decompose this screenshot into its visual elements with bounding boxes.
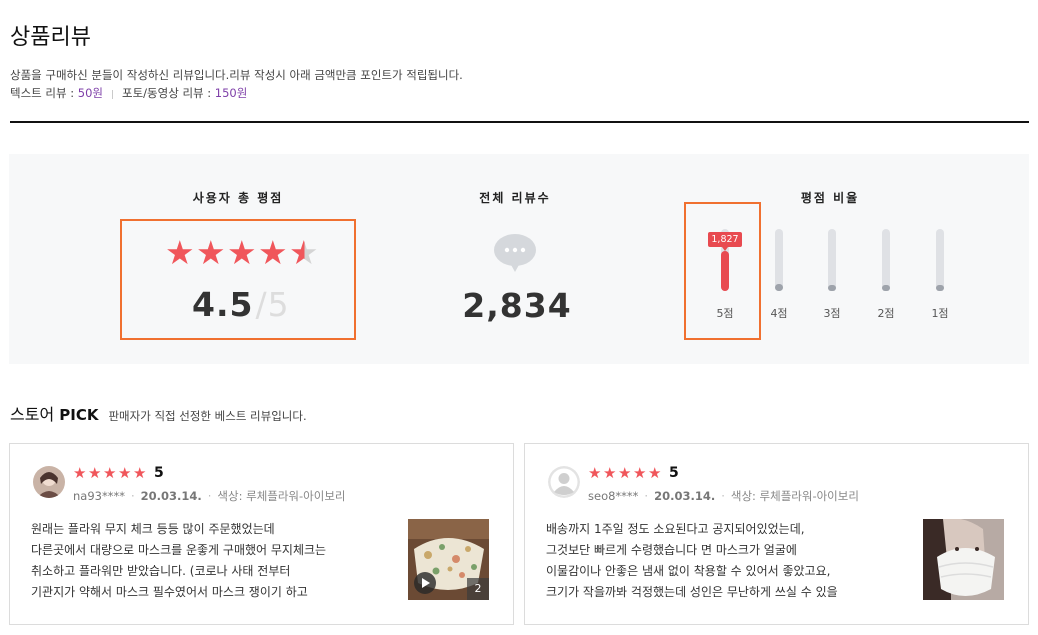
meta-dot: · [644, 489, 649, 503]
rating-value: 5 [669, 465, 679, 481]
rating-bar-label: 2점 [877, 307, 895, 320]
star-icon: ★ [588, 464, 602, 482]
store-pick-title-text: 스토어 [10, 405, 60, 424]
review-meta: na93**** · 20.03.14. · 색상: 루체플라워-아이보리 [73, 488, 345, 504]
rating-bar-4: 4점 [759, 229, 799, 329]
rating-bar-label: 1점 [931, 307, 949, 320]
rating-bar-2: 2점 [866, 229, 906, 329]
score-stars: ★ ★ ★ ★ ★ [165, 236, 320, 269]
star-icon: ★ [73, 464, 87, 482]
default-user-icon [548, 466, 580, 498]
reviewer-id: seo8**** [588, 489, 639, 503]
mask-wearer-photo-image [923, 519, 1004, 600]
score-max: /5 [255, 285, 290, 324]
rating-bar-label: 3점 [823, 307, 841, 320]
rating-bar-5: 1,827 5점 [705, 229, 745, 329]
media-count-badge: 2 [467, 578, 489, 600]
text-review-points: 50원 [77, 86, 103, 100]
star-icon: ★ [103, 464, 117, 482]
pick-logo-text: PICK [59, 406, 99, 424]
review-line: 다른곳에서 대량으로 마스크를 운좋게 구매했어 무지체크는 [31, 543, 327, 557]
half-star-icon: ★ [289, 233, 319, 272]
photo-review-label: 포토/동영상 리뷰 : [122, 86, 215, 100]
rating-bar-1: 1점 [920, 229, 960, 329]
star-icon: ★ [618, 464, 632, 482]
review-media-thumbnail[interactable] [923, 519, 1004, 600]
star-icon: ★ [603, 464, 617, 482]
rating-bar-fill [721, 251, 729, 291]
rating-count-tooltip: 1,827 [708, 232, 742, 251]
reviewer-id: na93**** [73, 489, 125, 503]
text-review-label: 텍스트 리뷰 : [10, 86, 78, 100]
rating-bar-fill [882, 285, 890, 291]
header-divider [10, 121, 1029, 123]
product-option: 색상: 루체플라워-아이보리 [217, 489, 346, 503]
star-icon: ★ [196, 233, 226, 272]
star-icon: ★ [133, 464, 147, 482]
avatar [33, 466, 65, 498]
review-line: 취소하고 플라워만 받았습니다. (코로나 사태 전부터 [31, 564, 291, 578]
meta-dot: · [207, 489, 212, 503]
rating-bar-track [828, 229, 836, 291]
review-date: 20.03.14. [140, 489, 202, 503]
speech-bubble-icon [494, 234, 536, 272]
rating-bar-label: 4점 [770, 307, 788, 320]
star-icon: ★ [227, 233, 257, 272]
review-header: 상품리뷰 상품을 구매하신 분들이 작성하신 리뷰입니다.리뷰 작성시 아래 금… [10, 22, 1030, 104]
review-description: 상품을 구매하신 분들이 작성하신 리뷰입니다.리뷰 작성시 아래 금액만큼 포… [10, 68, 463, 82]
review-date: 20.03.14. [654, 489, 716, 503]
rating-bar-fill [936, 285, 944, 291]
rating-bar-3: 3점 [812, 229, 852, 329]
store-pick-title: 스토어 PICK [10, 401, 98, 425]
review-line: 그것보단 빠르게 수령했습니다 면 마스크가 얼굴에 [546, 543, 797, 557]
play-icon[interactable] [414, 572, 436, 594]
review-line: 기관지가 약해서 마스크 필수였어서 마스크 쟁이기 하고 [31, 585, 308, 599]
store-pick-subtitle: 판매자가 직접 선정한 베스트 리뷰입니다. [108, 409, 307, 423]
review-line: 원래는 플라워 무지 체크 등등 많이 주문했었는데 [31, 522, 275, 536]
photo-review-points: 150원 [214, 86, 248, 100]
rating-value: 5 [154, 465, 164, 481]
score-value: 4.5/5 [192, 285, 290, 324]
review-summary: 사용자 총 평점 ★ ★ ★ ★ ★ 4.5/5 전체 리뷰수 2,834 평점… [9, 154, 1029, 364]
rating-bar-fill [775, 284, 783, 291]
meta-dot: · [721, 489, 725, 503]
review-media-thumbnail[interactable]: 2 [408, 519, 489, 600]
rating-bar-track [882, 229, 890, 291]
score-title: 사용자 총 평점 [192, 191, 284, 205]
review-points-info: 텍스트 리뷰 : 50원 | 포토/동영상 리뷰 : 150원 [10, 85, 1030, 104]
total-review-count: 2,834 [462, 286, 572, 325]
score-number: 4.5 [192, 285, 254, 324]
total-reviews-title: 전체 리뷰수 [479, 191, 551, 205]
star-icon: ★ [118, 464, 132, 482]
review-rating: ★ ★ ★ ★ ★ 5 [73, 465, 164, 481]
star-icon: ★ [258, 233, 288, 272]
review-card[interactable]: ★ ★ ★ ★ ★ 5 seo8**** · 20.03.14. · 색상: 루체플라워-아이보… [524, 443, 1029, 625]
total-score-box: ★ ★ ★ ★ ★ 4.5/5 [120, 219, 356, 340]
star-icon: ★ [165, 233, 195, 272]
store-pick-header: 스토어 PICK 판매자가 직접 선정한 베스트 리뷰입니다. [10, 401, 307, 425]
review-meta: seo8**** · 20.03.14. · 색상: 루체플라워-아이보리 [588, 488, 859, 504]
star-icon: ★ [88, 464, 102, 482]
user-photo-icon [33, 466, 65, 498]
avatar [548, 466, 580, 498]
product-option: 색상: 루체플라워-아이보리 [730, 489, 859, 503]
review-text: 배송까지 1주일 정도 소요된다고 공지되어있었는데, 그것보단 빠르게 수령했… [546, 519, 906, 603]
rating-bar-track [936, 229, 944, 291]
divider: | [110, 90, 115, 100]
meta-dot: · [130, 489, 135, 503]
page-title: 상품리뷰 [10, 25, 91, 50]
review-line: 크기가 작을까봐 걱정했는데 성인은 무난하게 쓰실 수 있을 [546, 585, 838, 599]
review-card[interactable]: ★ ★ ★ ★ ★ 5 na93**** · 20.03.14. · 색상: 루체플라워-아이보… [9, 443, 514, 625]
star-icon: ★ [633, 464, 647, 482]
rating-bar-track [775, 229, 783, 291]
rating-bar-fill [828, 285, 836, 291]
star-icon: ★ [648, 464, 662, 482]
rating-bar-label: 5점 [716, 307, 734, 320]
review-text: 원래는 플라워 무지 체크 등등 많이 주문했었는데 다른곳에서 대량으로 마스… [31, 519, 391, 603]
review-line: 배송까지 1주일 정도 소요된다고 공지되어있었는데, [546, 522, 805, 536]
review-rating: ★ ★ ★ ★ ★ 5 [588, 465, 679, 481]
review-line: 이물감이나 안좋은 냄새 없이 착용할 수 있어서 좋았고요, [546, 564, 831, 578]
